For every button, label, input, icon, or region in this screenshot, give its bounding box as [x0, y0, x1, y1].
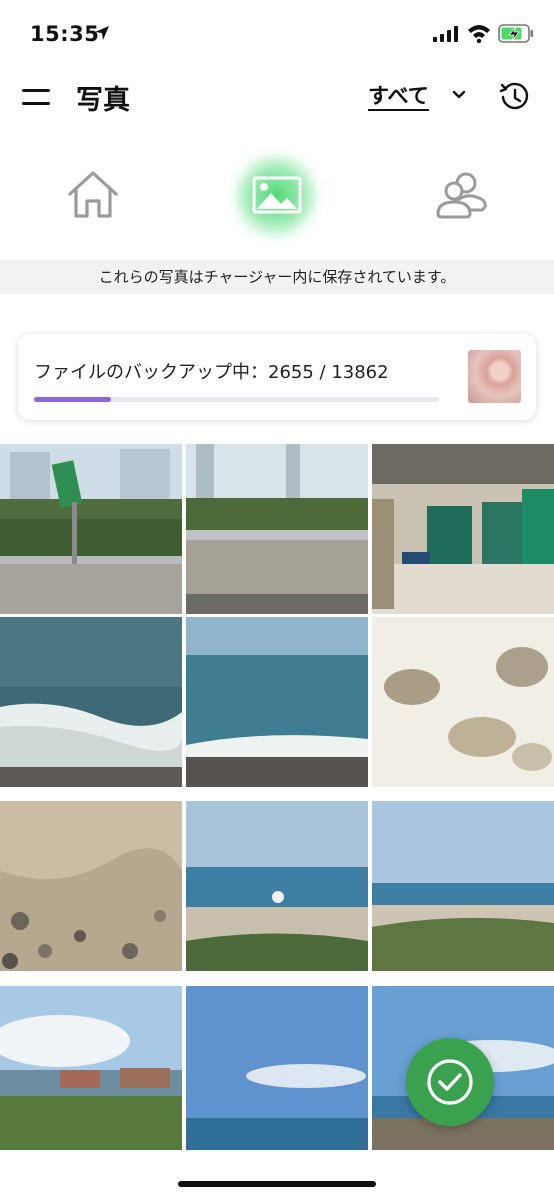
menu-icon[interactable]	[22, 86, 52, 108]
photo-thumbnail[interactable]	[0, 444, 182, 614]
tab-photos[interactable]	[241, 160, 311, 230]
storage-info-banner: これらの写真はチャージャー内に保存されています。	[0, 260, 554, 294]
chevron-down-icon	[452, 90, 466, 99]
filter-dropdown[interactable]: すべて	[368, 80, 466, 112]
photo-thumbnail[interactable]	[0, 986, 182, 1156]
photo-thumbnail[interactable]	[372, 444, 554, 614]
photo-thumbnail[interactable]	[186, 801, 368, 971]
filter-label: すべて	[368, 84, 429, 111]
tab-people[interactable]	[426, 160, 496, 230]
wifi-icon	[468, 25, 490, 43]
photo-thumbnail[interactable]	[372, 617, 554, 787]
home-indicator	[178, 1181, 376, 1187]
backup-progress-bar	[34, 397, 439, 402]
status-bar: 15:35	[0, 0, 554, 66]
backup-current-thumbnail	[468, 350, 521, 403]
signal-icon	[433, 26, 458, 42]
photo-thumbnail[interactable]	[186, 444, 368, 614]
bottom-safe-area	[0, 1150, 554, 1200]
photo-thumbnail[interactable]	[186, 617, 368, 787]
location-arrow-icon	[95, 26, 109, 40]
checkmark-circle-icon	[427, 1059, 473, 1105]
photo-thumbnail[interactable]	[0, 801, 182, 971]
select-fab-button[interactable]	[406, 1038, 494, 1126]
photo-thumbnail[interactable]	[0, 617, 182, 787]
page-title: 写真	[76, 85, 130, 116]
history-icon[interactable]	[498, 80, 532, 114]
backup-progress-card[interactable]: ファイルのバックアップ中：2655 / 13862	[18, 334, 536, 420]
battery-charging-icon	[498, 24, 533, 43]
tab-home[interactable]	[58, 160, 128, 230]
backup-status-text: ファイルのバックアップ中：2655 / 13862	[34, 362, 389, 383]
photo-thumbnail[interactable]	[186, 986, 368, 1156]
photo-thumbnail[interactable]	[372, 801, 554, 971]
backup-progress-fill	[34, 397, 111, 402]
status-time: 15:35	[30, 22, 100, 46]
